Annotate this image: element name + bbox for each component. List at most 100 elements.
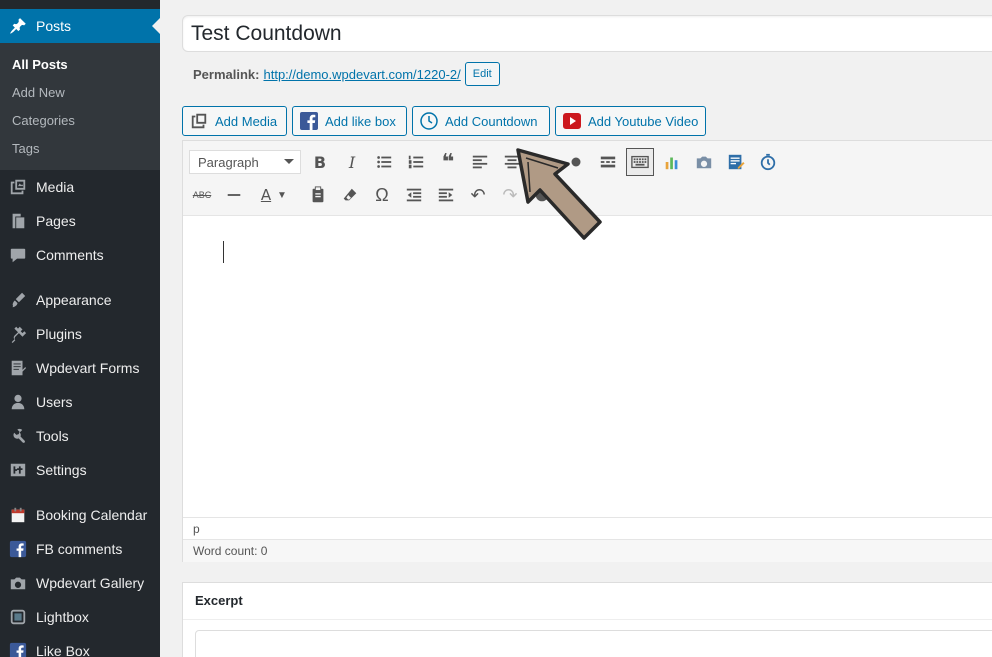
menu-label: Settings	[36, 462, 87, 478]
pin-icon	[0, 9, 36, 43]
toolbar-toggle-icon[interactable]	[626, 148, 654, 176]
menu-item-plugins[interactable]: Plugins	[0, 317, 160, 351]
help-icon[interactable]	[528, 181, 556, 209]
submenu-add-new[interactable]: Add New	[12, 85, 65, 100]
link-icon[interactable]	[562, 148, 590, 176]
menu-item-posts[interactable]: Posts	[0, 9, 160, 43]
excerpt-textarea[interactable]	[195, 630, 992, 657]
settings-icon	[0, 453, 36, 487]
button-label: Add like box	[325, 113, 396, 129]
menu-label: FB comments	[36, 541, 123, 557]
post-title-input[interactable]: Test Countdown	[182, 15, 992, 52]
menu-label: Plugins	[36, 326, 82, 342]
add-countdown-button[interactable]: Add Countdown	[412, 106, 550, 136]
outdent-icon[interactable]	[400, 181, 428, 209]
users-icon	[0, 385, 36, 419]
editor-content-area[interactable]	[183, 217, 992, 517]
indent-icon[interactable]	[432, 181, 460, 209]
permalink-link[interactable]: http://demo.wpdevart.com/1220-2/	[263, 67, 460, 82]
add-like-box-button[interactable]: Add like box	[292, 106, 407, 136]
menu-item-lightbox[interactable]: Lightbox	[0, 600, 160, 634]
plugins-icon	[0, 317, 36, 351]
menu-label: Pages	[36, 213, 76, 229]
undo-icon[interactable]: ↶	[464, 181, 492, 209]
admin-sidebar: Posts All Posts Add New Categories Tags …	[0, 0, 160, 657]
menu-label: Posts	[36, 18, 72, 34]
format-select[interactable]: Paragraph	[189, 150, 301, 174]
menu-item-users[interactable]: Users	[0, 385, 160, 419]
menu-item-wpdevart-forms[interactable]: Wpdevart Forms	[0, 351, 160, 385]
excerpt-panel: Excerpt	[182, 582, 992, 657]
comments-icon	[0, 238, 36, 272]
menu-item-tools[interactable]: Tools	[0, 419, 160, 453]
element-path: p	[183, 517, 992, 539]
menu-item-wpdevart-gallery[interactable]: Wpdevart Gallery	[0, 566, 160, 600]
submenu-tags[interactable]: Tags	[12, 141, 39, 156]
menu-label: Users	[36, 394, 73, 410]
redo-icon[interactable]: ↷	[496, 181, 524, 209]
menu-label: Tools	[36, 428, 69, 444]
permalink-row: Permalink: http://demo.wpdevart.com/1220…	[193, 62, 500, 86]
facebook-icon	[0, 634, 36, 657]
edit-permalink-button[interactable]: Edit	[464, 62, 500, 86]
submenu-categories[interactable]: Categories	[12, 113, 75, 128]
appearance-icon	[0, 283, 36, 317]
word-count: Word count: 0	[183, 539, 992, 562]
align-center-icon[interactable]	[498, 148, 526, 176]
editor-toolbar: Paragraph B I ❝ ABC A ▼ Ω ↶ ↷	[183, 141, 992, 216]
paste-text-icon[interactable]	[304, 181, 332, 209]
menu-item-fb-comments[interactable]: FB comments	[0, 532, 160, 566]
numbered-list-icon[interactable]	[402, 148, 430, 176]
bullet-list-icon[interactable]	[370, 148, 398, 176]
menu-label: Wpdevart Gallery	[36, 575, 145, 591]
camera-icon	[0, 566, 36, 600]
menu-item-booking-calendar[interactable]: Booking Calendar	[0, 498, 160, 532]
calendar-icon	[0, 498, 36, 532]
menu-item-comments[interactable]: Comments	[0, 238, 160, 272]
post-editor: Paragraph B I ❝ ABC A ▼ Ω ↶ ↷ p Word cou…	[182, 140, 992, 562]
clock-icon	[419, 111, 439, 131]
menu-label: Booking Calendar	[36, 507, 148, 523]
add-youtube-video-button[interactable]: Add Youtube Video	[555, 106, 706, 136]
tools-icon	[0, 419, 36, 453]
menu-label: Wpdevart Forms	[36, 360, 140, 376]
stopwatch-icon[interactable]	[754, 148, 782, 176]
pages-icon	[0, 204, 36, 238]
divider	[183, 619, 992, 620]
posts-submenu: All Posts Add New Categories Tags	[0, 43, 160, 170]
menu-label: Lightbox	[36, 609, 89, 625]
facebook-icon	[0, 532, 36, 566]
read-more-icon[interactable]	[594, 148, 622, 176]
facebook-icon	[299, 111, 319, 131]
media-icon	[189, 111, 209, 131]
menu-label: Media	[36, 179, 75, 195]
menu-item-pages[interactable]: Pages	[0, 204, 160, 238]
add-media-button[interactable]: Add Media	[182, 106, 287, 136]
menu-label: Comments	[36, 247, 104, 263]
forms-icon	[0, 351, 36, 385]
bold-icon[interactable]: B	[306, 148, 334, 176]
permalink-label: Permalink:	[193, 66, 260, 82]
menu-item-media[interactable]: Media	[0, 170, 160, 204]
submenu-all-posts[interactable]: All Posts	[12, 57, 68, 72]
horizontal-line-icon[interactable]	[220, 181, 248, 209]
button-label: Add Countdown	[445, 113, 538, 129]
button-label: Add Media	[215, 113, 278, 129]
gallery-icon[interactable]	[690, 148, 718, 176]
eraser-icon[interactable]	[336, 181, 364, 209]
menu-item-settings[interactable]: Settings	[0, 453, 160, 487]
strikethrough-icon[interactable]: ABC	[188, 181, 216, 209]
align-left-icon[interactable]	[466, 148, 494, 176]
chart-icon[interactable]	[658, 148, 686, 176]
menu-item-like-box[interactable]: Like Box	[0, 634, 160, 657]
excerpt-title[interactable]: Excerpt	[195, 593, 243, 608]
menu-item-appearance[interactable]: Appearance	[0, 283, 160, 317]
italic-icon[interactable]: I	[338, 148, 366, 176]
text-cursor	[223, 241, 224, 263]
blockquote-icon[interactable]: ❝	[434, 148, 462, 176]
media-icon	[0, 170, 36, 204]
chevron-down-icon[interactable]: ▼	[274, 181, 290, 209]
form-editor-icon[interactable]	[722, 148, 750, 176]
omega-icon[interactable]: Ω	[368, 181, 396, 209]
youtube-icon	[562, 111, 582, 131]
